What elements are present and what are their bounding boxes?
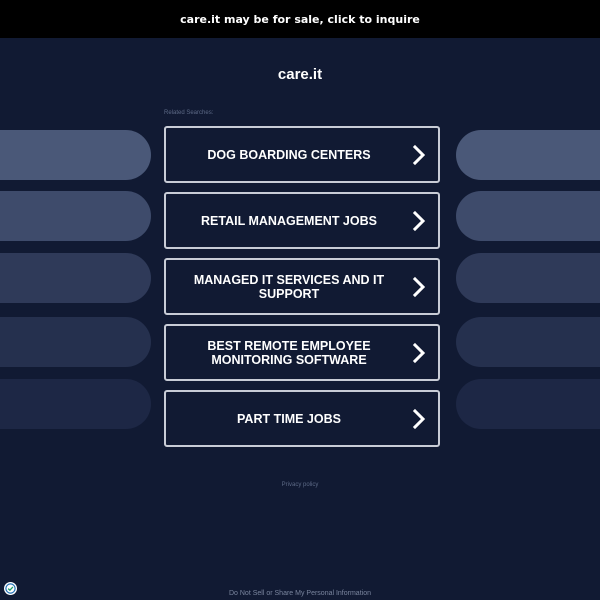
related-searches-label: Related Searches: (164, 110, 214, 116)
decorative-pill-right (456, 130, 600, 180)
related-search-label: PART TIME JOBS (237, 411, 341, 426)
decorative-pill-left (0, 317, 151, 367)
related-search-label: MANAGED IT SERVICES AND IT SUPPORT (193, 272, 385, 301)
decorative-pill-left (0, 253, 151, 303)
related-search-link-dog-boarding-centers[interactable]: DOG BOARDING CENTERS (164, 126, 440, 183)
chevron-right-icon (412, 210, 426, 231)
related-search-label: BEST REMOTE EMPLOYEE MONITORING SOFTWARE (207, 338, 371, 367)
related-search-label: DOG BOARDING CENTERS (207, 147, 371, 162)
decorative-pill-left (0, 130, 151, 180)
decorative-pill-right (456, 253, 600, 303)
related-search-link-remote-employee-monitoring[interactable]: BEST REMOTE EMPLOYEE MONITORING SOFTWARE (164, 324, 440, 381)
chevron-right-icon (412, 144, 426, 165)
decorative-pill-left (0, 191, 151, 241)
related-search-link-managed-it-services[interactable]: MANAGED IT SERVICES AND IT SUPPORT (164, 258, 440, 315)
chevron-right-icon (412, 408, 426, 429)
decorative-pill-right (456, 379, 600, 429)
related-search-link-retail-management-jobs[interactable]: RETAIL MANAGEMENT JOBS (164, 192, 440, 249)
chevron-right-icon (412, 342, 426, 363)
for-sale-banner-text: care.it may be for sale, click to inquir… (180, 12, 420, 26)
decorative-pill-right (456, 191, 600, 241)
related-search-link-part-time-jobs[interactable]: PART TIME JOBS (164, 390, 440, 447)
do-not-sell-link[interactable]: Do Not Sell or Share My Personal Informa… (0, 590, 600, 597)
chevron-right-icon (412, 276, 426, 297)
domain-title: care.it (277, 66, 323, 83)
decorative-pill-right (456, 317, 600, 367)
decorative-pill-left (0, 379, 151, 429)
privacy-policy-link[interactable]: Privacy policy (0, 482, 600, 488)
related-search-label: RETAIL MANAGEMENT JOBS (201, 213, 377, 228)
page: care.it may be for sale, click to inquir… (0, 0, 600, 600)
for-sale-banner[interactable]: care.it may be for sale, click to inquir… (0, 0, 600, 38)
